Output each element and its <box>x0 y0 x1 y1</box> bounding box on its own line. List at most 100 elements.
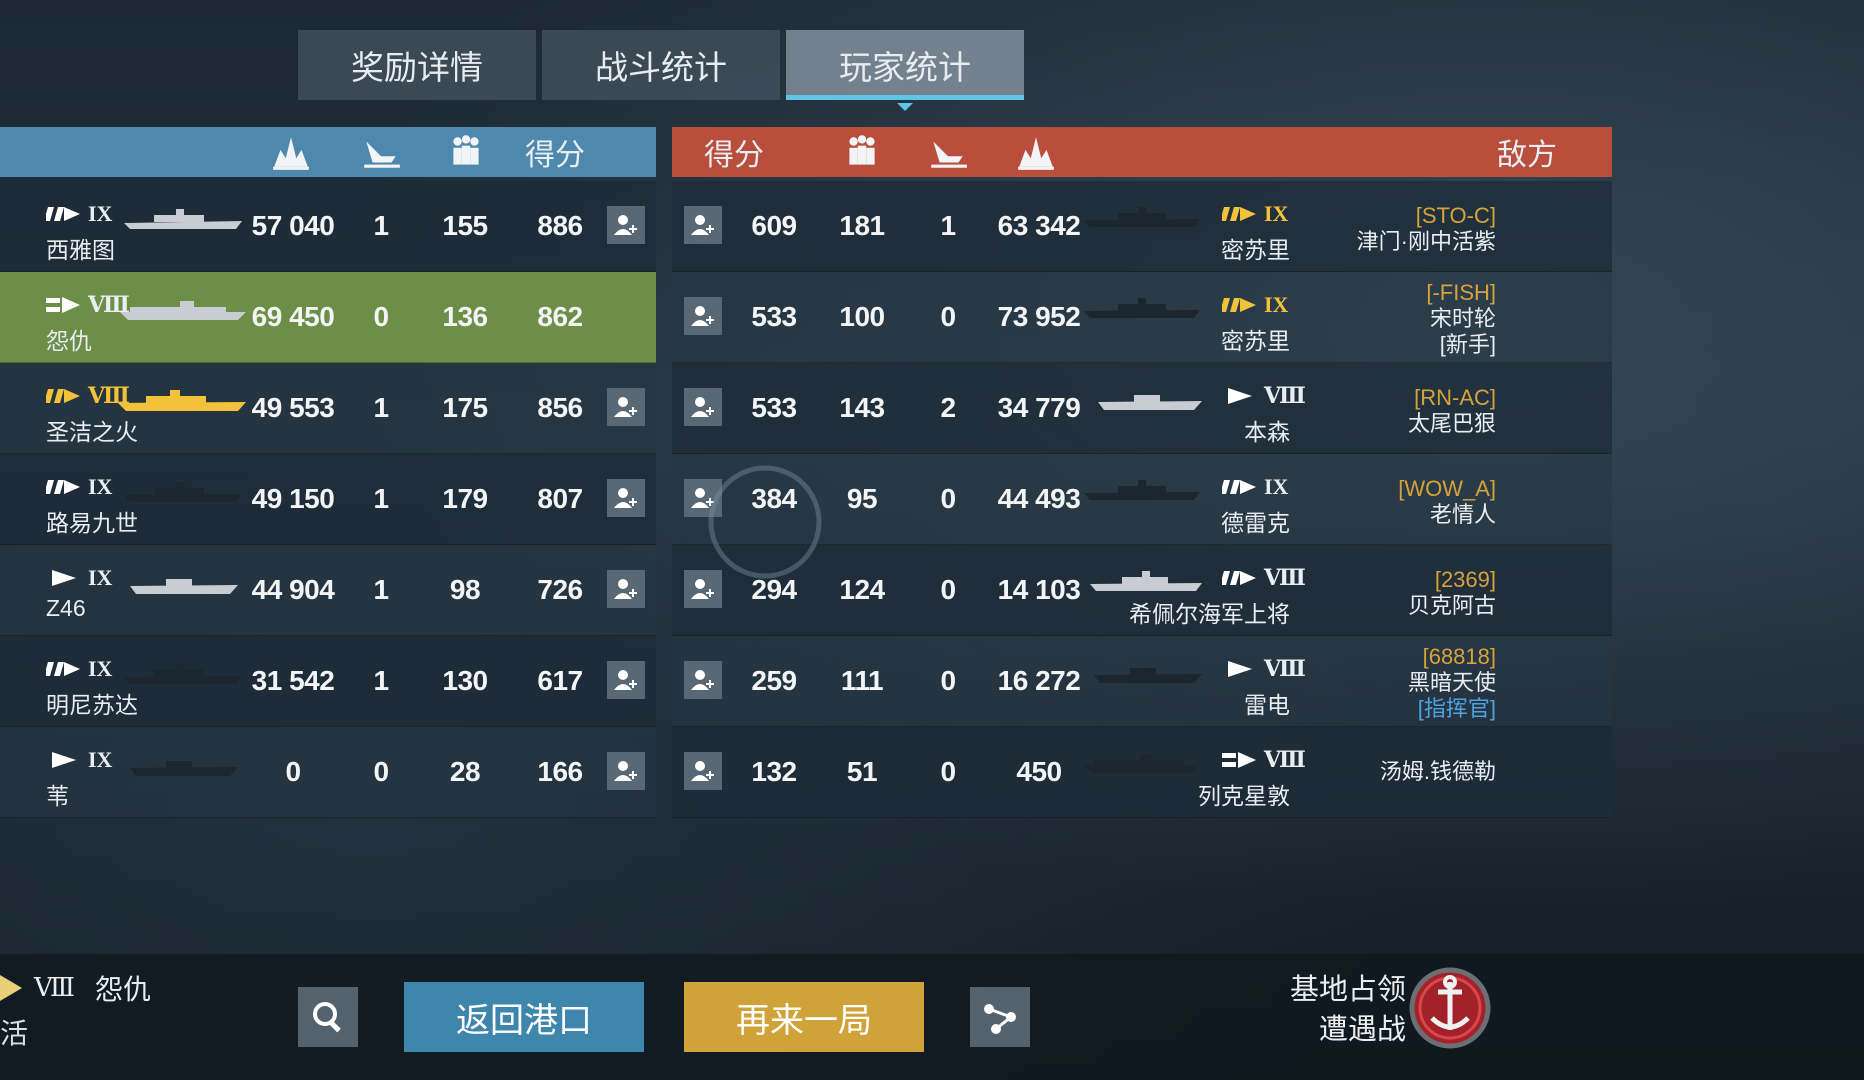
tab-reward-details[interactable]: 奖励详情 <box>298 30 536 100</box>
exp-value: 95 <box>846 483 878 514</box>
damage-icon <box>1010 127 1062 177</box>
ship-class-icon: IX <box>1222 201 1288 227</box>
ship-silhouette <box>1090 571 1202 591</box>
ship-silhouette <box>118 390 246 411</box>
play-again-button[interactable]: 再来一局 <box>684 982 924 1052</box>
ship-class-icon: Ⅷ <box>46 292 130 318</box>
ally-table: IX 西雅图 57 040 1 155 886 Ⅷ 怨仇 69 450 0 13… <box>0 181 656 818</box>
ship-class-icon: IX <box>46 656 112 682</box>
loading-spinner-icon <box>708 465 822 579</box>
score-value: 166 <box>537 756 583 787</box>
ship-tier: Ⅷ <box>1264 565 1306 590</box>
clan-tag: [STO-C] <box>1415 203 1496 228</box>
tab-player-stats[interactable]: 玩家统计 <box>786 30 1024 111</box>
ship-name: 雷电 <box>1244 692 1290 718</box>
current-ship-info: Ⅷ 怨仇 <box>0 968 151 1008</box>
kills-value: 0 <box>373 756 389 787</box>
player-info: 汤姆.钱德勒 <box>1380 759 1496 785</box>
exp-value: 179 <box>442 483 488 514</box>
clan-tag: [2369] <box>1434 567 1496 592</box>
score-value: 533 <box>751 392 797 423</box>
ship-class-icon: Ⅷ <box>1222 656 1306 682</box>
kills-value: 1 <box>940 210 956 241</box>
ship-class-icon: Ⅷ <box>1222 565 1306 591</box>
clan-tag: [RN-AC] <box>1414 385 1496 410</box>
battle-mode-name: 遭遇战 <box>1318 1014 1406 1046</box>
kills-value: 1 <box>373 483 389 514</box>
player-info: [2369] 贝克阿古 <box>1408 567 1496 619</box>
tab-bar: 奖励详情 战斗统计 玩家统计 <box>298 30 1024 111</box>
ship-name: 怨仇 <box>94 974 151 1005</box>
ally-score-label: 得分 <box>525 139 585 172</box>
ship-class-icon: Ⅷ <box>1222 383 1306 409</box>
ship-tier: Ⅷ <box>34 973 75 1002</box>
ship-silhouette <box>130 761 238 776</box>
ship-silhouette <box>1084 480 1200 500</box>
add-friend-button[interactable] <box>684 206 722 244</box>
ship-class-icon <box>0 975 22 1001</box>
add-friend-button[interactable] <box>607 570 645 608</box>
ship-name: 本森 <box>1244 419 1290 445</box>
enemy-row: 259 111 0 16 272 Ⅷ 雷电 [68818] 黑暗天使 [指挥官] <box>672 636 1612 727</box>
ship-silhouette <box>1098 395 1202 410</box>
damage-icon <box>265 127 317 177</box>
bottom-bar <box>0 954 1864 1080</box>
ship-name: 圣洁之火 <box>46 419 138 445</box>
ship-tier: IX <box>88 656 113 681</box>
add-friend-button[interactable] <box>607 206 645 244</box>
share-button[interactable] <box>970 987 1030 1047</box>
tab-battle-stats[interactable]: 战斗统计 <box>542 30 780 100</box>
ship-class-icon: IX <box>46 565 112 591</box>
ally-row: IX 明尼苏达 31 542 1 130 617 <box>0 636 656 727</box>
add-friend-button[interactable] <box>684 752 722 790</box>
add-friend-button[interactable] <box>684 388 722 426</box>
score-value: 807 <box>537 483 583 514</box>
back-to-port-button[interactable]: 返回港口 <box>404 982 644 1052</box>
damage-value: 31 542 <box>251 665 335 696</box>
damage-value: 44 493 <box>997 483 1081 514</box>
player-name: 宋时轮 <box>1429 306 1496 331</box>
kills-value: 0 <box>940 301 956 332</box>
add-friend-button[interactable] <box>607 661 645 699</box>
ally-row: IX Z46 44 904 1 98 726 <box>0 545 656 636</box>
kills-value: 2 <box>940 392 956 423</box>
ship-silhouette <box>1084 298 1200 318</box>
ship-silhouette <box>120 301 246 320</box>
ship-tier: Ⅷ <box>1264 747 1306 772</box>
enemy-row: 609 181 1 63 342 IX 密苏里 [STO-C] 津门·刚中活紫 <box>672 181 1612 272</box>
add-friend-button[interactable] <box>607 479 645 517</box>
exp-value: 155 <box>442 210 488 241</box>
add-friend-button[interactable] <box>607 752 645 790</box>
ship-class-icon: IX <box>1222 474 1288 500</box>
exp-value: 98 <box>449 574 481 605</box>
kills-value: 1 <box>373 574 389 605</box>
ship-class-icon: IX <box>46 747 112 773</box>
score-value: 726 <box>537 574 583 605</box>
add-friend-button[interactable] <box>684 661 722 699</box>
ship-tier: Ⅷ <box>1264 656 1306 681</box>
ship-tier: Ⅷ <box>1264 383 1306 408</box>
damage-value: 57 040 <box>251 210 335 241</box>
exp-value: 136 <box>442 301 488 332</box>
kills-value: 1 <box>373 210 389 241</box>
damage-value: 73 952 <box>997 301 1081 332</box>
exp-value: 111 <box>840 665 884 696</box>
player-title: [指挥官] <box>1417 696 1496 721</box>
exp-value: 175 <box>442 392 488 423</box>
ship-name: 希佩尔海军上将 <box>1129 601 1290 627</box>
sunk-icon <box>355 127 407 177</box>
add-friend-button[interactable] <box>684 297 722 335</box>
player-info: [STO-C] 津门·刚中活紫 <box>1357 203 1496 255</box>
damage-value: 49 553 <box>251 392 335 423</box>
exp-value: 28 <box>449 756 481 787</box>
player-info: [-FISH] 宋时轮 [新手] <box>1426 280 1496 358</box>
damage-value: 14 103 <box>997 574 1081 605</box>
search-button[interactable] <box>298 987 358 1047</box>
score-value: 617 <box>537 665 583 696</box>
player-name: 汤姆.钱德勒 <box>1379 759 1496 784</box>
kills-value: 0 <box>940 756 956 787</box>
clan-tag: [68818] <box>1422 644 1496 669</box>
ally-row-self: Ⅷ 怨仇 69 450 0 136 862 <box>0 272 656 363</box>
ship-class-icon: IX <box>46 201 112 227</box>
add-friend-button[interactable] <box>607 388 645 426</box>
